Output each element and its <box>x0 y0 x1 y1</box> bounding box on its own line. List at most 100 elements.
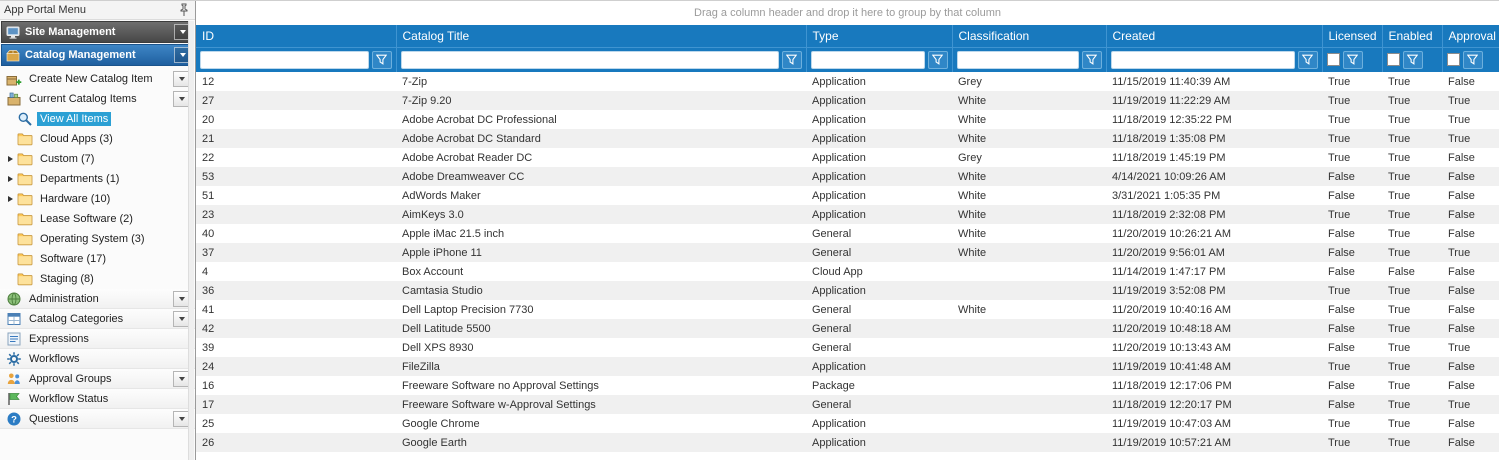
expand-arrow-icon[interactable] <box>4 196 17 202</box>
table-row[interactable]: 42Dell Latitude 5500General11/20/2019 10… <box>196 319 1499 338</box>
group-by-bar[interactable]: Drag a column header and drop it here to… <box>196 1 1499 25</box>
sidebar-item-cloud-apps-3[interactable]: Cloud Apps (3) <box>0 129 195 149</box>
questions-icon: ? <box>6 411 22 427</box>
table-row[interactable]: 24FileZillaApplication11/19/2019 10:41:4… <box>196 357 1499 376</box>
filter-funnel-icon[interactable] <box>928 51 948 69</box>
sidebar-item-software-17[interactable]: Software (17) <box>0 249 195 269</box>
sidebar-scrollbar[interactable] <box>188 21 194 460</box>
cell-licensed: True <box>1322 72 1382 91</box>
table-row[interactable]: 36Camtasia StudioApplication11/19/2019 3… <box>196 281 1499 300</box>
filter-input-catalog-title[interactable] <box>401 51 779 69</box>
table-row[interactable]: 21Adobe Acrobat DC StandardApplicationWh… <box>196 129 1499 148</box>
cell-approval: False <box>1442 300 1499 319</box>
table-row[interactable]: 53Adobe Dreamweaver CCApplicationWhite4/… <box>196 167 1499 186</box>
table-row[interactable]: 26Google EarthApplication11/19/2019 10:5… <box>196 433 1499 452</box>
expand-arrow-icon[interactable] <box>4 156 17 162</box>
sidebar-item-label: Staging (8) <box>37 272 97 286</box>
sidebar-item-hardware-10[interactable]: Hardware (10) <box>0 189 195 209</box>
folder-icon <box>17 271 33 287</box>
sidebar-item-catalog-categories[interactable]: Catalog Categories <box>0 309 195 329</box>
filter-input-classification[interactable] <box>957 51 1079 69</box>
table-row[interactable]: 127-ZipApplicationGrey11/15/2019 11:40:3… <box>196 72 1499 91</box>
group-by-hint: Drag a column header and drop it here to… <box>694 7 1001 19</box>
column-header-created[interactable]: Created <box>1106 25 1322 47</box>
table-row[interactable]: 41Dell Laptop Precision 7730GeneralWhite… <box>196 300 1499 319</box>
table-row[interactable]: 40Apple iMac 21.5 inchGeneralWhite11/20/… <box>196 224 1499 243</box>
filter-funnel-icon[interactable] <box>1463 51 1483 69</box>
sidebar-item-create-new-catalog-item[interactable]: Create New Catalog Item <box>0 69 195 89</box>
cell-created: 11/19/2019 11:22:29 AM <box>1106 91 1322 110</box>
cell-id: 40 <box>196 224 396 243</box>
sidebar-item-workflows[interactable]: Workflows <box>0 349 195 369</box>
cell-catalog-title: FileZilla <box>396 357 806 376</box>
filter-funnel-icon[interactable] <box>372 51 392 69</box>
administration-icon <box>6 291 22 307</box>
section-site-management[interactable]: Site Management <box>1 21 194 43</box>
column-header-id[interactable]: ID <box>196 25 396 47</box>
column-header-classification[interactable]: Classification <box>952 25 1106 47</box>
cell-id: 41 <box>196 300 396 319</box>
sidebar-item-staging-8[interactable]: Staging (8) <box>0 269 195 289</box>
catalog-categories-icon <box>6 311 22 327</box>
cell-classification <box>952 262 1106 281</box>
filter-funnel-icon[interactable] <box>1298 51 1318 69</box>
sidebar-item-lease-software-2[interactable]: Lease Software (2) <box>0 209 195 229</box>
sidebar-item-administration[interactable]: Administration <box>0 289 195 309</box>
cell-id: 36 <box>196 281 396 300</box>
filter-checkbox-enabled[interactable] <box>1387 53 1400 66</box>
pin-icon[interactable] <box>178 3 190 17</box>
table-row[interactable]: 25Google ChromeApplication11/19/2019 10:… <box>196 414 1499 433</box>
table-row[interactable]: 17Freeware Software w-Approval SettingsG… <box>196 395 1499 414</box>
sidebar-item-label: Current Catalog Items <box>26 92 140 106</box>
filter-funnel-icon[interactable] <box>1403 51 1423 69</box>
filter-checkbox-approval[interactable] <box>1447 53 1460 66</box>
cell-licensed: False <box>1322 319 1382 338</box>
table-row[interactable]: 37Apple iPhone 11GeneralWhite11/20/2019 … <box>196 243 1499 262</box>
cell-licensed: True <box>1322 433 1382 452</box>
table-row[interactable]: 22Adobe Acrobat Reader DCApplicationGrey… <box>196 148 1499 167</box>
filter-funnel-icon[interactable] <box>1082 51 1102 69</box>
table-row[interactable]: 277-Zip 9.20ApplicationWhite11/19/2019 1… <box>196 91 1499 110</box>
cell-enabled: True <box>1382 72 1442 91</box>
expand-arrow-icon[interactable] <box>4 176 17 182</box>
sidebar-item-view-all-items[interactable]: View All Items <box>0 109 195 129</box>
create-new-catalog-item-icon <box>6 71 22 87</box>
filter-input-type[interactable] <box>811 51 925 69</box>
table-row[interactable]: 16Freeware Software no Approval Settings… <box>196 376 1499 395</box>
column-header-enabled[interactable]: Enabled <box>1382 25 1442 47</box>
filter-funnel-icon[interactable] <box>782 51 802 69</box>
cell-created: 11/18/2019 12:20:17 PM <box>1106 395 1322 414</box>
filter-input-created[interactable] <box>1111 51 1295 69</box>
site-management-icon <box>5 24 21 40</box>
sidebar-item-workflow-status[interactable]: Workflow Status <box>0 389 195 409</box>
filter-input-id[interactable] <box>200 51 369 69</box>
sidebar-item-current-catalog-items[interactable]: Current Catalog Items <box>0 89 195 109</box>
table-row[interactable]: 4Box AccountCloud App11/14/2019 1:47:17 … <box>196 262 1499 281</box>
cell-approval: False <box>1442 433 1499 452</box>
cell-catalog-title: Dell Latitude 5500 <box>396 319 806 338</box>
filter-funnel-icon[interactable] <box>1343 51 1363 69</box>
cell-licensed: True <box>1322 91 1382 110</box>
filter-checkbox-licensed[interactable] <box>1327 53 1340 66</box>
sidebar-item-custom-7[interactable]: Custom (7) <box>0 149 195 169</box>
cell-created: 11/20/2019 10:40:16 AM <box>1106 300 1322 319</box>
column-header-type[interactable]: Type <box>806 25 952 47</box>
cell-id: 23 <box>196 205 396 224</box>
sidebar-item-operating-system-3[interactable]: Operating System (3) <box>0 229 195 249</box>
table-row[interactable]: 39Dell XPS 8930General11/20/2019 10:13:4… <box>196 338 1499 357</box>
sidebar-item-expressions[interactable]: Expressions <box>0 329 195 349</box>
sidebar-item-approval-groups[interactable]: Approval Groups <box>0 369 195 389</box>
cell-catalog-title: Freeware Software w-Approval Settings <box>396 395 806 414</box>
cell-created: 11/18/2019 1:45:19 PM <box>1106 148 1322 167</box>
column-header-catalog-title[interactable]: Catalog Title <box>396 25 806 47</box>
table-row[interactable]: 23AimKeys 3.0ApplicationWhite11/18/2019 … <box>196 205 1499 224</box>
sidebar-item-departments-1[interactable]: Departments (1) <box>0 169 195 189</box>
column-header-licensed[interactable]: Licensed <box>1322 25 1382 47</box>
table-row[interactable]: 20Adobe Acrobat DC ProfessionalApplicati… <box>196 110 1499 129</box>
sidebar-item-questions[interactable]: ?Questions <box>0 409 195 429</box>
table-row[interactable]: 51AdWords MakerApplicationWhite3/31/2021… <box>196 186 1499 205</box>
section-catalog-management[interactable]: Catalog Management <box>1 44 194 66</box>
column-header-approval[interactable]: Approval <box>1442 25 1499 47</box>
cell-created: 11/19/2019 3:52:08 PM <box>1106 281 1322 300</box>
cell-licensed: False <box>1322 300 1382 319</box>
